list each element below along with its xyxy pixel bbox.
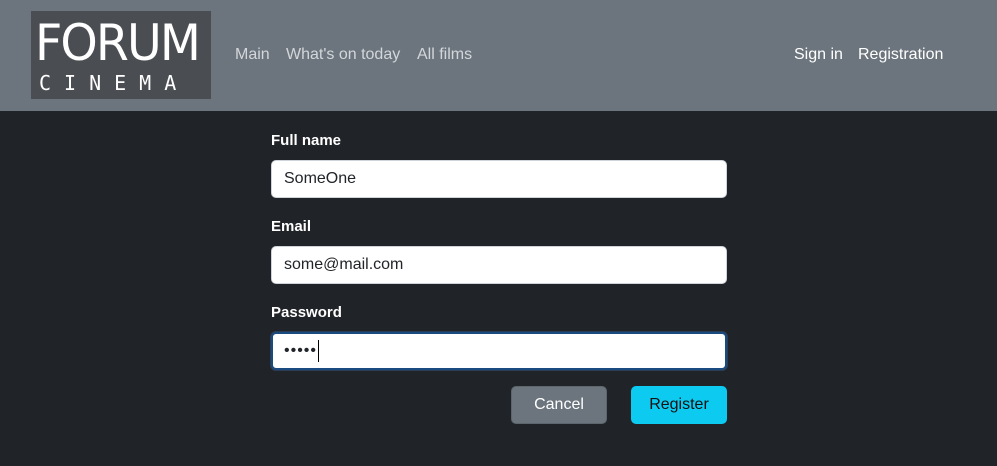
email-input[interactable]: some@mail.com (271, 246, 727, 284)
nav-link-all-films[interactable]: All films (417, 45, 472, 65)
text-caret (318, 339, 320, 362)
email-value: some@mail.com (284, 256, 404, 273)
nav-link-main[interactable]: Main (235, 45, 270, 65)
logo-text-cinema: CINEMA (39, 71, 190, 95)
full-name-input[interactable]: SomeOne (271, 160, 727, 198)
nav-link-sign-in[interactable]: Sign in (794, 45, 843, 65)
navbar: FORUM CINEMA Main What's on today All fi… (0, 0, 997, 111)
register-button[interactable]: Register (631, 386, 727, 424)
nav-link-registration[interactable]: Registration (858, 45, 943, 65)
password-value: ••••• (284, 342, 318, 359)
cancel-button[interactable]: Cancel (511, 386, 607, 424)
logo-text-forum: FORUM (35, 14, 201, 72)
password-label: Password (271, 304, 342, 321)
nav-link-whats-on-today[interactable]: What's on today (286, 45, 400, 65)
email-label: Email (271, 218, 312, 235)
full-name-value: SomeOne (284, 170, 357, 187)
forum-cinema-logo[interactable]: FORUM CINEMA (31, 11, 211, 99)
full-name-label: Full name (271, 132, 342, 149)
password-input[interactable]: ••••• (271, 332, 727, 370)
